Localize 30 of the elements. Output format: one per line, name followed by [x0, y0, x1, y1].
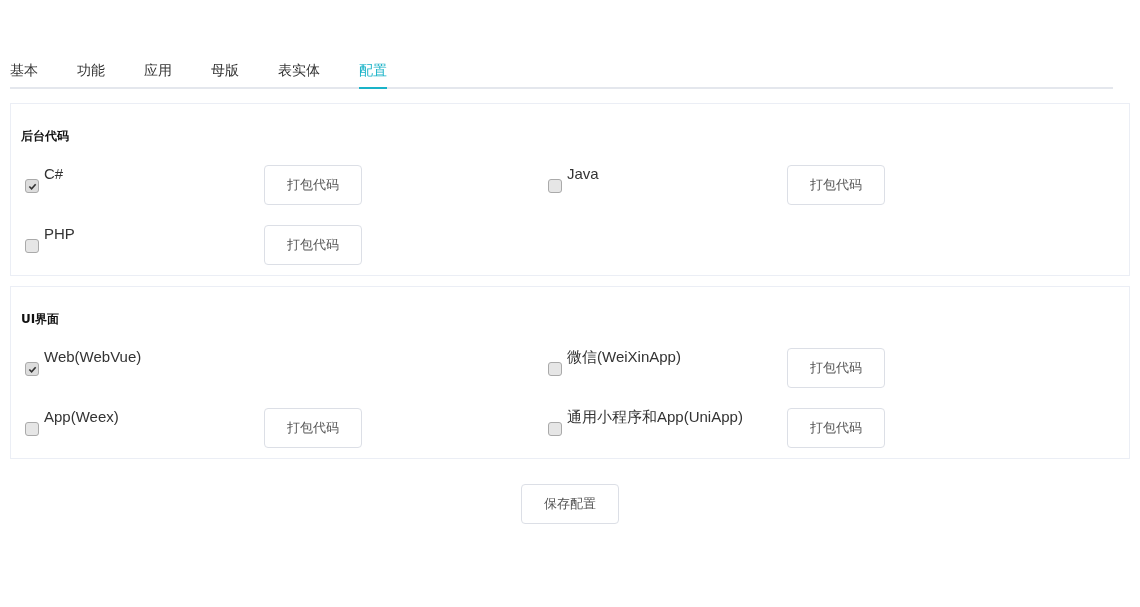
- package-code-button[interactable]: 打包代码: [264, 408, 362, 448]
- save-button[interactable]: 保存配置: [521, 484, 619, 524]
- package-code-button[interactable]: 打包代码: [264, 165, 362, 205]
- checkbox-label: Java: [567, 165, 600, 183]
- checkmark-icon: [27, 181, 37, 191]
- checkbox[interactable]: [25, 362, 39, 376]
- tab[interactable]: 功能: [77, 58, 105, 89]
- checkbox-label: 微信(WeiXinApp): [567, 348, 682, 366]
- package-code-button[interactable]: 打包代码: [264, 225, 362, 265]
- package-code-button[interactable]: 打包代码: [787, 408, 885, 448]
- tab[interactable]: 表实体: [278, 58, 320, 89]
- checkmark-icon: [27, 364, 37, 374]
- checkbox[interactable]: [25, 422, 39, 436]
- checkbox[interactable]: [548, 362, 562, 376]
- checkbox-label: 通用小程序和App(UniApp): [567, 408, 744, 426]
- package-code-button[interactable]: 打包代码: [787, 165, 885, 205]
- checkbox-label: Web(WebVue): [44, 348, 143, 366]
- checkbox[interactable]: [25, 179, 39, 193]
- section-title: 后台代码: [21, 128, 70, 145]
- tab[interactable]: 基本: [10, 58, 38, 89]
- checkbox-label: App(Weex): [44, 408, 120, 426]
- section-title: UI界面: [21, 311, 61, 328]
- tab[interactable]: 应用: [144, 58, 172, 89]
- checkbox-label: PHP: [44, 225, 76, 243]
- checkbox[interactable]: [548, 422, 562, 436]
- checkbox-label: C#: [44, 165, 65, 183]
- tab[interactable]: 母版: [211, 58, 239, 89]
- package-code-button[interactable]: 打包代码: [787, 348, 885, 388]
- checkbox[interactable]: [25, 239, 39, 253]
- checkbox[interactable]: [548, 179, 562, 193]
